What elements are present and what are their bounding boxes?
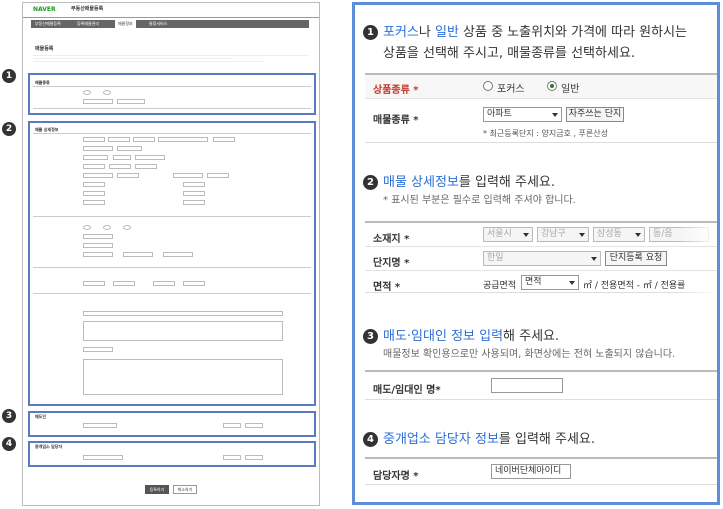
- step-1-number: 1: [363, 25, 378, 40]
- step-3-heading: 3 매도·임대인 정보 입력해 주세요.: [363, 325, 559, 344]
- step-2-number: 2: [363, 175, 378, 190]
- step-4-text: 를 입력해 주세요.: [498, 432, 596, 447]
- product-label: 상품종류 *: [373, 85, 419, 96]
- thumb-section-label: 매물 상세정보: [35, 127, 59, 132]
- area-label: 면적 *: [373, 282, 401, 293]
- thumb-section-3: [28, 411, 316, 437]
- thumb-section-label: 중개업소 담당자: [35, 444, 63, 449]
- thumb-submit-button[interactable]: 등록하기: [145, 485, 169, 494]
- step-1-heading: 1 포커스나 일반 상품 중 노출위치와 가격에 따라 원하시는: [363, 21, 687, 40]
- seller-label: 매도/임대인 명*: [373, 385, 441, 396]
- type-label: 매물종류 *: [373, 115, 419, 126]
- address-row: 소재지 * 서울시 강남구 삼성동 동/읍: [365, 223, 717, 247]
- complex-label: 단지명 *: [373, 258, 410, 269]
- step-1-badge: 1: [2, 69, 16, 83]
- thumb-tab[interactable]: 부동산매물등록: [35, 21, 61, 26]
- complex-select[interactable]: 한일: [483, 251, 601, 266]
- area-unit-text: ㎡ / 전용면적 - ㎡ / 전용률: [583, 281, 686, 291]
- step-2-blue-text: 매물 상세정보: [383, 175, 459, 190]
- city-select[interactable]: 서울시: [483, 227, 533, 242]
- complex-row: 단지명 * 한일 단지등록 요청: [365, 247, 717, 271]
- seller-form: 매도/임대인 명*: [365, 370, 717, 400]
- thumb-tab-active[interactable]: 매물정보: [115, 20, 136, 28]
- thumb-section-label: 매도인: [35, 414, 47, 419]
- step-2-badge: 2: [2, 122, 16, 136]
- type-row: 매물종류 * 아파트 자주쓰는 단지 * 최근등록단지 : 양지금호 , 푸른산…: [365, 99, 717, 143]
- area-select[interactable]: 면적: [521, 275, 579, 290]
- step-4-badge: 4: [2, 437, 16, 451]
- seller-name-input[interactable]: [491, 378, 563, 393]
- step-1-text-rest: 상품 중 노출위치와 가격에 따라 원하시는: [458, 25, 688, 40]
- product-form: 상품종류 * 포커스 일반 매물종류 * 아파트 자주쓰는 단지 * 최근등록단…: [365, 73, 717, 143]
- detail-form: 소재지 * 서울시 강남구 삼성동 동/읍 단지명 * 한일 단지등록 요청 면…: [365, 221, 717, 295]
- step-4-heading: 4 중개업소 담당자 정보를 입력해 주세요.: [363, 428, 595, 447]
- page-thumbnail: NAVER 부동산매물등록 부동산매물등록 등록매물관리 매물정보 통합서비스 …: [0, 0, 340, 509]
- address-label: 소재지 *: [373, 234, 410, 245]
- step-4-blue-text: 중개업소 담당자 정보: [383, 432, 499, 447]
- frequent-complex-button[interactable]: 자주쓰는 단지: [566, 107, 624, 122]
- step-1-focus-text: 포커스: [383, 25, 419, 40]
- thumb-tab[interactable]: 등록매물관리: [77, 21, 99, 26]
- step-3-sub: 매물정보 확인용으로만 사용되며, 화면상에는 전혀 노출되지 않습니다.: [383, 349, 676, 360]
- normal-radio[interactable]: [547, 81, 557, 91]
- agent-form: 담당자명 * 네이버단체아이디: [365, 457, 717, 485]
- thumb-section-4: [28, 441, 316, 467]
- type-select[interactable]: 아파트: [483, 107, 562, 122]
- thumb-cancel-button[interactable]: 취소하기: [173, 485, 197, 494]
- supply-area-label: 공급면적: [483, 281, 517, 291]
- dong-select[interactable]: 삼성동: [593, 227, 645, 242]
- step-1-text: 나: [418, 25, 435, 40]
- thumb-section-label: 매물종류: [35, 80, 50, 85]
- agent-name-input[interactable]: 네이버단체아이디: [491, 464, 571, 479]
- recent-complex-text: * 최근등록단지 : 양지금호 , 푸른산성: [483, 129, 608, 138]
- step-4-number: 4: [363, 432, 378, 447]
- thumb-nav: 부동산매물등록 등록매물관리 매물정보 통합서비스: [31, 20, 309, 28]
- thumb-page-heading: 매물등록: [35, 46, 54, 52]
- agent-label: 담당자명 *: [373, 471, 419, 482]
- step-3-number: 3: [363, 329, 378, 344]
- step-3-badge: 3: [2, 409, 16, 423]
- gu-select[interactable]: 강남구: [537, 227, 589, 242]
- step-1-line2: 상품을 선택해 주시고, 매물종류를 선택하세요.: [383, 46, 636, 61]
- focus-radio-label: 포커스: [497, 84, 525, 95]
- step-3-blue-text: 매도·임대인 정보 입력: [383, 329, 504, 344]
- step-2-sub: * 표시된 부분은 필수로 입력해 주셔야 합니다.: [383, 195, 576, 206]
- thumb-tab[interactable]: 통합서비스: [149, 21, 167, 26]
- step-1-normal-text: 일반: [434, 25, 459, 40]
- step-2-text: 를 입력해 주세요.: [458, 175, 556, 190]
- complex-request-button[interactable]: 단지등록 요청: [605, 251, 667, 266]
- normal-radio-label: 일반: [561, 84, 580, 95]
- step-3-text: 해 주세요.: [503, 329, 560, 344]
- thumb-title: 부동산매물등록: [71, 6, 104, 12]
- focus-radio[interactable]: [483, 81, 493, 91]
- step-2-heading: 2 매물 상세정보를 입력해 주세요.: [363, 171, 555, 190]
- area-row: 면적 * 공급면적 면적 ㎡ / 전용면적 - ㎡ / 전용률: [365, 271, 717, 295]
- thumbnail-frame: NAVER 부동산매물등록 부동산매물등록 등록매물관리 매물정보 통합서비스 …: [22, 2, 320, 506]
- product-row: 상품종류 * 포커스 일반: [365, 75, 717, 99]
- naver-logo: NAVER: [33, 6, 56, 13]
- instruction-panel: 1 포커스나 일반 상품 중 노출위치와 가격에 따라 원하시는 상품을 선택해 …: [352, 2, 720, 505]
